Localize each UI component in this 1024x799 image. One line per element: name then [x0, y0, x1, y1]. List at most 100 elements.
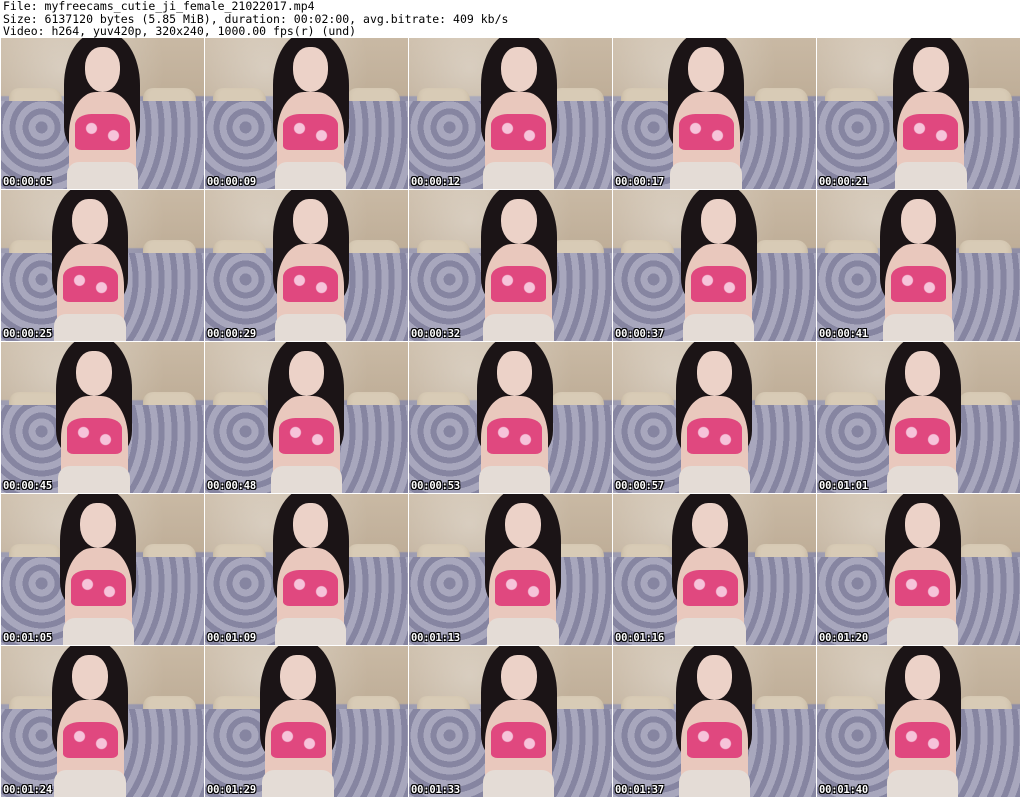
- skirt-shape: [58, 465, 131, 493]
- face-shape: [500, 655, 537, 701]
- pink-top-shape: [691, 265, 746, 302]
- thumbnail-timestamp: 00:00:53: [411, 480, 460, 492]
- skirt-shape: [274, 313, 347, 341]
- pink-top-shape: [62, 265, 118, 302]
- person-figure: [870, 494, 976, 645]
- person-figure: [470, 494, 576, 645]
- pink-top-shape: [687, 417, 742, 454]
- thumbnail-timestamp: 00:00:41: [819, 328, 868, 340]
- skirt-shape: [882, 313, 955, 341]
- video-thumbnail: 00:01:29: [205, 646, 408, 797]
- person-figure: [46, 494, 152, 645]
- person-figure: [662, 646, 768, 797]
- skirt-shape: [66, 161, 139, 189]
- skirt-shape: [478, 465, 551, 493]
- person-figure: [254, 342, 360, 493]
- video-thumbnail: 00:00:29: [205, 190, 408, 341]
- thumbnail-timestamp: 00:01:20: [819, 632, 868, 644]
- thumbnail-timestamp: 00:00:25: [3, 328, 52, 340]
- skirt-shape: [674, 617, 747, 645]
- thumbnail-timestamp: 00:00:29: [207, 328, 256, 340]
- thumbnail-timestamp: 00:00:17: [615, 176, 664, 188]
- thumbnail-timestamp: 00:00:05: [3, 176, 52, 188]
- person-figure: [466, 646, 572, 797]
- video-thumbnail: 00:00:25: [1, 190, 204, 341]
- person-figure: [258, 38, 364, 189]
- thumbnail-timestamp: 00:01:16: [615, 632, 664, 644]
- person-figure: [654, 38, 760, 189]
- person-figure: [462, 342, 568, 493]
- video-thumbnail: 00:01:13: [409, 494, 612, 645]
- skirt-shape: [54, 769, 127, 797]
- person-figure: [466, 190, 572, 341]
- video-info-line: Video: h264, yuv420p, 320x240, 1000.00 f…: [3, 24, 357, 39]
- thumbnail-timestamp: 00:01:29: [207, 784, 256, 796]
- skirt-shape: [62, 617, 135, 645]
- pink-top-shape: [70, 569, 126, 606]
- file-name-line: File: myfreecams_cutie_ji_female_2102201…: [3, 0, 315, 13]
- thumbnail-timestamp: 00:00:32: [411, 328, 460, 340]
- pink-top-shape: [895, 721, 950, 758]
- person-figure: [658, 494, 764, 645]
- skirt-shape: [482, 313, 555, 341]
- thumbnail-timestamp: 00:00:21: [819, 176, 868, 188]
- pink-top-shape: [62, 721, 118, 758]
- person-figure: [258, 494, 364, 645]
- skirt-shape: [270, 465, 343, 493]
- person-figure: [866, 190, 972, 341]
- pink-top-shape: [903, 113, 959, 150]
- person-figure: [38, 190, 144, 341]
- video-thumbnail: 00:01:09: [205, 494, 408, 645]
- skirt-shape: [274, 161, 347, 189]
- skirt-shape: [482, 769, 555, 797]
- pink-top-shape: [487, 417, 542, 454]
- pink-top-shape: [283, 265, 338, 302]
- person-figure: [870, 342, 976, 493]
- person-figure: [246, 646, 352, 797]
- thumbnail-timestamp: 00:01:24: [3, 784, 52, 796]
- video-thumbnail: 00:01:16: [613, 494, 816, 645]
- video-thumbnail: 00:00:32: [409, 190, 612, 341]
- thumbnail-timestamp: 00:01:05: [3, 632, 52, 644]
- pink-top-shape: [283, 569, 338, 606]
- thumbnail-timestamp: 00:00:45: [3, 480, 52, 492]
- pink-top-shape: [75, 113, 130, 150]
- face-shape: [500, 199, 537, 245]
- skirt-shape: [886, 769, 959, 797]
- thumbnail-timestamp: 00:01:37: [615, 784, 664, 796]
- person-figure: [258, 190, 364, 341]
- video-thumbnail: 00:00:09: [205, 38, 408, 189]
- thumbnail-timestamp: 00:00:37: [615, 328, 664, 340]
- person-figure: [42, 342, 148, 493]
- face-shape: [500, 47, 537, 93]
- video-thumbnail: 00:00:48: [205, 342, 408, 493]
- pink-top-shape: [66, 417, 122, 454]
- pink-top-shape: [491, 265, 547, 302]
- skirt-shape: [678, 769, 751, 797]
- skirt-shape: [894, 161, 967, 189]
- video-thumbnail: 00:01:37: [613, 646, 816, 797]
- skirt-shape: [262, 769, 335, 797]
- video-thumbnail: 00:01:20: [817, 494, 1020, 645]
- person-figure: [662, 342, 768, 493]
- pink-top-shape: [891, 265, 946, 302]
- thumbnail-timestamp: 00:00:09: [207, 176, 256, 188]
- thumbnail-timestamp: 00:01:40: [819, 784, 868, 796]
- video-thumbnail: 00:00:57: [613, 342, 816, 493]
- pink-top-shape: [895, 569, 950, 606]
- pink-top-shape: [270, 721, 326, 758]
- skirt-shape: [678, 465, 751, 493]
- skirt-shape: [682, 313, 755, 341]
- pink-top-shape: [687, 721, 742, 758]
- file-info-header: File: myfreecams_cutie_ji_female_2102201…: [3, 0, 1021, 38]
- video-thumbnail: 00:00:21: [817, 38, 1020, 189]
- pink-top-shape: [491, 721, 547, 758]
- skirt-shape: [482, 161, 555, 189]
- video-thumbnail: 00:00:05: [1, 38, 204, 189]
- video-thumbnail: 00:00:12: [409, 38, 612, 189]
- thumbnail-timestamp: 00:01:13: [411, 632, 460, 644]
- person-figure: [666, 190, 772, 341]
- person-figure: [870, 646, 976, 797]
- pink-top-shape: [495, 569, 551, 606]
- skirt-shape: [54, 313, 127, 341]
